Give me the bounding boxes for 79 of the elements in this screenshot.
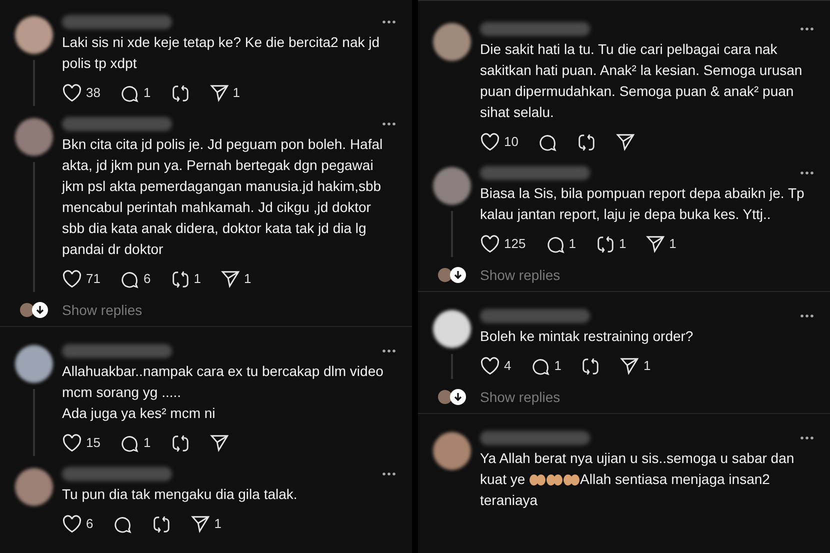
comment-text: Bkn cita cita jd polis je. Jd peguam pon boleh. Hafal akta, jd jkm pun ya. Pernah bertegak dgn pegawai jkm psl akta pemerdagangan manusia.jd hakim,sbb mencabul perintah mahkamah. Jd cikgu ,jd doktor sbb dia kata anak didera, doktor kata tak jd dia lg pandai dr doktor: [62, 135, 384, 259]
like-button[interactable]: 4: [480, 356, 512, 376]
repost-icon: [577, 132, 596, 152]
send-icon: [210, 84, 229, 102]
like-button[interactable]: 71: [62, 269, 100, 289]
comment-icon: [120, 84, 140, 102]
repost-button[interactable]: 1: [170, 269, 201, 289]
show-replies-link[interactable]: Show replies: [478, 264, 560, 286]
repost-icon: [581, 356, 600, 376]
send-icon: [220, 270, 240, 288]
repost-button[interactable]: [152, 514, 172, 534]
repost-icon: [152, 514, 172, 534]
comment-icon: [538, 132, 558, 152]
comment-text: Ya Allah berat nya ujian u sis..semoga u sabar dan kuat ye Allah sentiasa menjaga insan2 teraniaya: [480, 449, 796, 510]
send-icon: [191, 515, 210, 533]
reply-button[interactable]: [538, 132, 558, 152]
reply-button[interactable]: 1: [546, 234, 576, 254]
share-button[interactable]: [616, 133, 636, 151]
comment-icon: [120, 270, 140, 288]
comment-text: Die sakit hati la tu. Tu die cari pelbagai cara nak sakitkan hati puan. Anak² la kesian. Semoga urusan puan dipermudahkan. Semoga puan & anak² puan sihat selalu.: [480, 40, 804, 122]
share-button[interactable]: 1: [210, 83, 240, 103]
send-icon: [616, 133, 636, 151]
repost-icon: [170, 270, 190, 288]
repost-button[interactable]: [581, 356, 600, 376]
share-button[interactable]: 1: [220, 269, 252, 289]
more-options-icon[interactable]: [382, 472, 396, 476]
heart-icon: [62, 84, 82, 102]
like-button[interactable]: 38: [62, 83, 100, 103]
heart-icon: [62, 270, 82, 288]
send-icon: [620, 357, 640, 375]
like-button[interactable]: 15: [62, 433, 100, 453]
more-options-icon[interactable]: [800, 171, 814, 175]
replier-avatar: [438, 268, 452, 282]
more-options-icon[interactable]: [382, 349, 396, 353]
share-button[interactable]: 1: [191, 514, 222, 534]
comment-text: Ada juga ya kes² mcm ni: [62, 404, 216, 423]
replier-avatar: [438, 390, 452, 404]
repost-button[interactable]: [170, 84, 190, 102]
heart-icon: [62, 515, 82, 533]
heart-icon: [62, 434, 82, 452]
like-button[interactable]: 6: [62, 514, 94, 534]
repost-icon: [596, 234, 615, 254]
reply-button[interactable]: 1: [531, 356, 562, 376]
like-button[interactable]: 10: [480, 132, 518, 152]
repost-button[interactable]: [170, 434, 190, 452]
send-icon: [210, 434, 229, 452]
replier-avatar: [20, 303, 34, 317]
more-options-icon[interactable]: [800, 314, 814, 318]
share-button[interactable]: 1: [646, 234, 676, 254]
comment-icon: [531, 356, 550, 376]
reply-button[interactable]: 6: [120, 269, 151, 289]
share-button[interactable]: [210, 434, 229, 452]
comment-icon: [120, 434, 140, 452]
comment-text: Tu pun dia tak mengaku dia gila talak.: [62, 485, 298, 504]
more-options-icon[interactable]: [382, 122, 396, 126]
comment-text: Biasa la Sis, bila pompuan report depa abaikn je. Tp kalau jantan report, laju je depa buka kes. Yttj..: [480, 184, 806, 224]
share-button[interactable]: 1: [620, 356, 651, 376]
comment-icon: [113, 514, 132, 534]
more-options-icon[interactable]: [382, 20, 396, 24]
like-button[interactable]: 125: [480, 234, 526, 254]
repost-icon: [170, 84, 190, 102]
send-icon: [646, 235, 666, 253]
heart-icon: [480, 235, 500, 253]
show-replies-link[interactable]: Show replies: [478, 386, 560, 408]
reply-button[interactable]: 1: [120, 433, 151, 453]
reply-button[interactable]: 1: [120, 83, 151, 103]
repost-button[interactable]: [577, 132, 596, 152]
repost-button[interactable]: 1: [596, 234, 626, 254]
comment-icon: [546, 234, 565, 254]
repost-icon: [170, 434, 190, 452]
more-options-icon[interactable]: [800, 436, 814, 440]
comment-text: Boleh ke mintak restraining order?: [480, 327, 694, 346]
heart-icon: [480, 357, 500, 375]
show-replies-link[interactable]: Show replies: [60, 300, 142, 320]
heart-icon: [480, 133, 500, 151]
comment-text: Allahuakbar..nampak cara ex tu bercakap dlm video mcm sorang yg .....: [62, 362, 384, 402]
more-options-icon[interactable]: [800, 27, 814, 31]
comment-text: Laki sis ni xde keje tetap ke? Ke die bercita2 nak jd polis tp xdpt: [62, 33, 381, 73]
reply-button[interactable]: [113, 514, 132, 534]
